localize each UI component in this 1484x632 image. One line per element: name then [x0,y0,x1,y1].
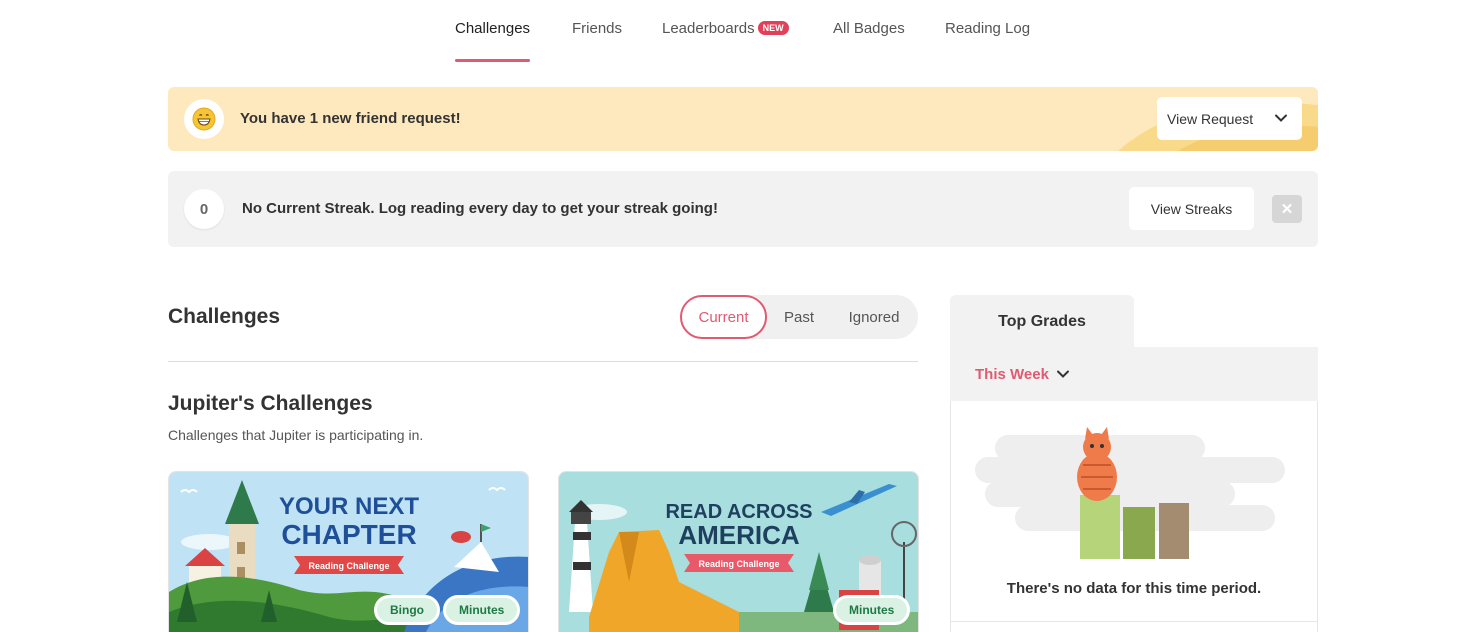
tab-friends[interactable]: Friends [572,20,622,62]
view-streaks-button[interactable]: View Streaks [1129,187,1254,230]
card1-ribbon: Reading Challenge [308,561,389,571]
friend-request-banner: You have 1 new friend request! View Requ… [168,87,1318,151]
filter-current[interactable]: Current [680,295,767,339]
view-request-button[interactable]: View Request [1157,97,1302,140]
tag-minutes: Minutes [443,595,521,625]
top-nav: Challenges Friends Leaderboards NEW All B… [0,0,1484,62]
friend-request-text: You have 1 new friend request! [240,110,461,127]
challenges-title: Challenges [168,305,281,328]
new-badge: NEW [757,21,789,35]
filter-past[interactable]: Past [769,295,829,339]
tab-reading-log[interactable]: Reading Log [945,20,1030,62]
tab-leaderboards[interactable]: Leaderboards NEW [662,20,789,62]
challenge-card-your-next-chapter[interactable]: YOUR NEXT CHAPTER Reading Challenge Bing… [168,471,529,632]
chevron-down-icon [1275,114,1287,122]
card1-title-line2: CHAPTER [281,519,416,550]
group-title: Jupiter's Challenges [168,392,373,415]
streak-banner: 0 No Current Streak. Log reading every d… [168,171,1318,247]
grinning-face-icon [192,107,216,131]
challenge-card-read-across-america[interactable]: READ ACROSS AMERICA Reading Challenge Mi… [558,471,919,632]
card2-ribbon: Reading Challenge [698,559,779,569]
view-request-label: View Request [1167,110,1254,127]
chevron-down-icon [1057,370,1069,378]
filter-ignored[interactable]: Ignored [835,295,913,339]
tag-minutes: Minutes [833,595,911,625]
group-description: Challenges that Jupiter is participating… [168,427,424,443]
tab-leaderboards-label: Leaderboards [662,20,755,37]
tag-bingo: Bingo [374,595,440,625]
period-filter-label: This Week [975,366,1049,383]
tab-challenges[interactable]: Challenges [455,20,531,62]
card2-title-line2: AMERICA [678,520,800,550]
panel-divider [950,621,1318,622]
streak-count: 0 [184,189,224,229]
card1-title-line1: YOUR NEXT [279,493,419,520]
section-divider [168,361,918,362]
challenge-filter-toggle: Current Past Ignored [680,295,918,339]
streak-text: No Current Streak. Log reading every day… [242,200,718,217]
top-grades-tab[interactable]: Top Grades [950,295,1134,349]
close-icon[interactable]: ✕ [1272,195,1302,223]
empty-state-message: There's no data for this time period. [1006,580,1262,597]
period-filter[interactable]: This Week [950,347,1318,401]
friend-emoji-avatar [184,99,224,139]
empty-state-cat-illustration [975,427,1285,559]
tab-all-badges[interactable]: All Badges [833,20,905,62]
